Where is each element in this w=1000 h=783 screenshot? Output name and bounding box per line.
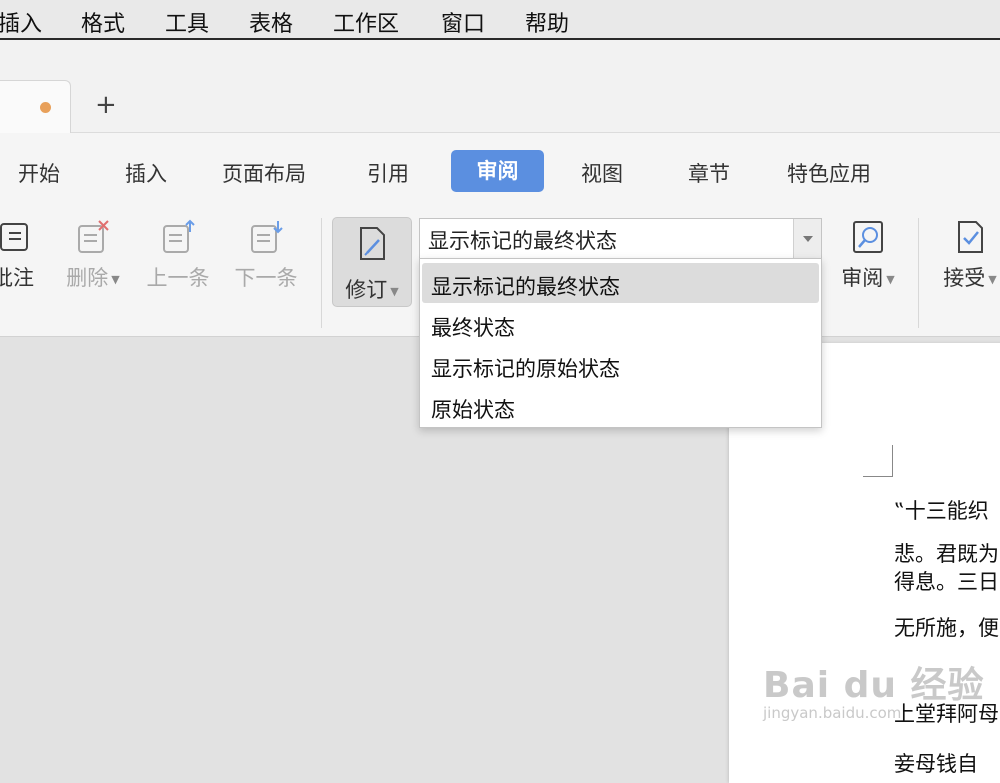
tab-section[interactable]: 章节 <box>688 158 730 188</box>
unsaved-dot-icon <box>40 102 51 113</box>
menu-help[interactable]: 帮助 <box>525 6 569 38</box>
markup-display-select[interactable]: 显示标记的最终状态 <box>419 218 822 260</box>
document-line: 无所施，便 <box>894 616 999 640</box>
chevron-down-icon: ▼ <box>886 272 895 286</box>
accept-label: 接受 <box>943 266 986 290</box>
review-button[interactable]: 审阅 ▼ <box>832 218 904 292</box>
tab-special-apps[interactable]: 特色应用 <box>787 158 871 188</box>
document-line: 得息。三日 <box>894 570 999 594</box>
chevron-down-icon: ▼ <box>111 272 120 286</box>
previous-label: 上一条 <box>146 266 210 290</box>
tab-view[interactable]: 视图 <box>581 158 623 188</box>
tab-insert[interactable]: 插入 <box>125 158 167 188</box>
tab-references[interactable]: 引用 <box>367 158 409 188</box>
menu-workspace[interactable]: 工作区 <box>333 6 399 38</box>
next-label: 下一条 <box>234 266 298 290</box>
review-magnifier-icon <box>853 221 883 253</box>
document-line: 上堂拜阿母 <box>894 702 999 726</box>
document-line: 悲。君既为 <box>894 542 999 566</box>
chevron-down-icon: ▼ <box>390 284 399 298</box>
document-line: 妾母钱自 <box>894 752 978 776</box>
track-changes-label: 修订 <box>345 278 388 302</box>
menu-table[interactable]: 表格 <box>249 6 293 38</box>
tab-review[interactable]: 审阅 <box>451 150 544 192</box>
previous-comment-icon <box>163 219 195 253</box>
track-changes-icon <box>360 227 385 260</box>
document-tab-strip: + <box>0 40 1000 133</box>
markup-display-value: 显示标记的最终状态 <box>428 229 617 253</box>
ribbon-divider <box>918 218 919 328</box>
menu-window[interactable]: 窗口 <box>441 6 485 38</box>
accept-button[interactable]: 接受 ▼ <box>934 218 1000 292</box>
option-original[interactable]: 原始状态 <box>422 386 819 426</box>
previous-comment-button[interactable]: 上一条 <box>142 218 214 292</box>
delete-label: 删除 <box>66 266 109 290</box>
next-comment-icon <box>251 221 283 253</box>
delete-comment-button[interactable]: 删除 ▼ <box>60 218 126 292</box>
option-final[interactable]: 最终状态 <box>422 304 819 344</box>
menu-tools[interactable]: 工具 <box>165 6 209 38</box>
comment-label: 批注 <box>0 266 34 290</box>
document-line: ‟十三能织 <box>894 499 989 523</box>
chevron-down-icon[interactable] <box>793 219 821 259</box>
track-changes-button[interactable]: 修订 ▼ <box>332 217 412 307</box>
markup-display-dropdown: 显示标记的最终状态 最终状态 显示标记的原始状态 原始状态 <box>419 258 822 428</box>
menu-insert[interactable]: 插入 <box>0 6 42 38</box>
chevron-down-icon: ▼ <box>988 272 997 286</box>
document-tab[interactable] <box>0 80 71 133</box>
ribbon-divider <box>321 218 322 328</box>
tab-home[interactable]: 开始 <box>18 158 60 188</box>
margin-corner-mark <box>863 445 893 477</box>
option-final-showing-markup[interactable]: 显示标记的最终状态 <box>422 263 819 303</box>
comment-button[interactable]: 批注 <box>0 218 44 292</box>
next-comment-button[interactable]: 下一条 <box>230 218 302 292</box>
review-label: 审阅 <box>841 266 884 290</box>
tab-page-layout[interactable]: 页面布局 <box>222 158 306 188</box>
option-original-showing-markup[interactable]: 显示标记的原始状态 <box>422 345 819 385</box>
menu-format[interactable]: 格式 <box>81 6 125 38</box>
new-tab-button[interactable]: + <box>95 92 117 118</box>
menu-bar: 插入 格式 工具 表格 工作区 窗口 帮助 <box>0 0 1000 40</box>
comment-icon <box>0 223 28 251</box>
delete-comment-icon <box>78 220 109 253</box>
accept-check-icon <box>958 221 983 253</box>
